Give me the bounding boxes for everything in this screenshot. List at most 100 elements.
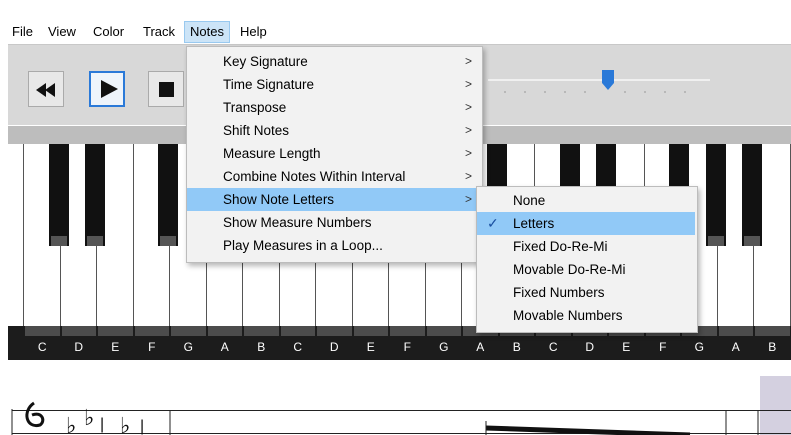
submenu-item-label: Letters xyxy=(513,216,555,231)
note-letter-label: D xyxy=(74,340,84,354)
submenu-item-label: Fixed Numbers xyxy=(513,285,605,300)
menu-item-show-measure-numbers[interactable]: Show Measure Numbers xyxy=(187,211,482,234)
menu-item-label: Combine Notes Within Interval xyxy=(223,169,406,184)
submenu-arrow-icon: > xyxy=(465,169,473,183)
menu-item-show-note-letters[interactable]: Show Note Letters > xyxy=(187,188,482,211)
note-letter-label: D xyxy=(329,340,339,354)
menu-item-label: Key Signature xyxy=(223,54,308,69)
menu-item-shift-notes[interactable]: Shift Notes > xyxy=(187,119,482,142)
menu-item-label: Play Measures in a Loop... xyxy=(223,238,383,253)
note-letter-label: G xyxy=(439,340,449,354)
menu-item-label: Time Signature xyxy=(223,77,315,92)
menu-view[interactable]: View xyxy=(43,22,81,42)
submenu-item-letters[interactable]: ✓ Letters xyxy=(477,212,695,235)
submenu-item-label: Fixed Do-Re-Mi xyxy=(513,239,608,254)
submenu-arrow-icon: > xyxy=(465,77,473,91)
slider-tick xyxy=(624,91,626,93)
slider-tick xyxy=(504,91,506,93)
note-letter-label: G xyxy=(183,340,193,354)
submenu-arrow-icon: > xyxy=(465,146,473,160)
piano-black-key[interactable] xyxy=(705,144,726,246)
note-letter-label: F xyxy=(403,340,411,354)
note-letter-label: F xyxy=(148,340,156,354)
flat-icon: ♭ xyxy=(84,406,94,431)
piano-white-key[interactable] xyxy=(8,144,24,326)
speed-slider-track[interactable] xyxy=(488,79,710,81)
menu-color[interactable]: Color xyxy=(88,22,129,42)
stop-icon xyxy=(159,82,174,97)
note-letter-label: F xyxy=(659,340,667,354)
menu-track[interactable]: Track xyxy=(138,22,180,42)
submenu-item-fixed-numbers[interactable]: Fixed Numbers xyxy=(477,281,697,304)
menu-item-transpose[interactable]: Transpose > xyxy=(187,96,482,119)
submenu-item-movable-numbers[interactable]: Movable Numbers xyxy=(477,304,697,327)
submenu-arrow-icon: > xyxy=(465,100,473,114)
speed-slider-thumb[interactable] xyxy=(602,70,614,90)
note-letter-label: B xyxy=(512,340,521,354)
menu-item-measure-length[interactable]: Measure Length > xyxy=(187,142,482,165)
piano-key-bottom xyxy=(61,326,96,336)
menu-item-label: Transpose xyxy=(223,100,287,115)
piano-key-bottom xyxy=(317,326,352,336)
menu-notes[interactable]: Notes xyxy=(184,21,230,43)
submenu-arrow-icon: > xyxy=(465,123,473,137)
note-letter-label: E xyxy=(366,340,375,354)
piano-key-bottom xyxy=(207,326,242,336)
piano-black-key[interactable] xyxy=(742,144,762,246)
menu-help[interactable]: Help xyxy=(235,22,272,42)
flat-icon: ♭ xyxy=(66,414,76,435)
submenu-item-fixed-do-re-mi[interactable]: Fixed Do-Re-Mi xyxy=(477,235,697,258)
treble-clef-icon xyxy=(25,401,45,428)
note-letter-label: E xyxy=(111,340,120,354)
stop-button[interactable] xyxy=(148,71,184,107)
menu-item-play-measures-loop[interactable]: Play Measures in a Loop... xyxy=(187,234,482,257)
menu-item-key-signature[interactable]: Key Signature > xyxy=(187,50,482,73)
piano-key-bottom xyxy=(244,326,279,336)
menu-item-time-signature[interactable]: Time Signature > xyxy=(187,73,482,96)
submenu-item-movable-do-re-mi[interactable]: Movable Do-Re-Mi xyxy=(477,258,697,281)
submenu-item-label: Movable Do-Re-Mi xyxy=(513,262,626,277)
note-letter-label: A xyxy=(476,340,485,354)
menu-bar: File View Color Track Notes Help xyxy=(0,20,791,44)
flat-icon: ♭ xyxy=(120,414,130,435)
menu-item-label: Show Measure Numbers xyxy=(223,215,372,230)
piano-black-key-tip xyxy=(160,236,176,246)
submenu-item-label: None xyxy=(513,193,546,208)
slider-tick xyxy=(644,91,646,93)
note-letter-label: E xyxy=(622,340,631,354)
submenu-item-none[interactable]: None xyxy=(477,189,697,212)
note-letter-label: C xyxy=(293,340,303,354)
menu-item-label: Show Note Letters xyxy=(223,192,335,207)
piano-black-key[interactable] xyxy=(158,144,178,246)
note-letter-label: C xyxy=(548,340,558,354)
score-symbols: ♭ ♭ | ♭ | xyxy=(11,401,759,435)
note-letter-label: G xyxy=(694,340,704,354)
play-button[interactable] xyxy=(89,71,125,107)
menu-item-label: Shift Notes xyxy=(223,123,290,138)
submenu-item-label: Movable Numbers xyxy=(513,308,623,323)
slider-tick xyxy=(524,91,526,93)
checkmark-icon: ✓ xyxy=(487,215,499,231)
piano-key-bottom xyxy=(755,326,790,336)
piano-key-bottom xyxy=(171,326,206,336)
piano-black-key-tip xyxy=(744,236,760,246)
note-letter-label: A xyxy=(220,340,229,354)
piano-black-key[interactable] xyxy=(85,144,105,246)
piano-key-bottom xyxy=(134,326,169,336)
piano-key-bottom xyxy=(98,326,133,336)
piano-black-key-tip xyxy=(707,236,724,246)
submenu-arrow-icon: > xyxy=(465,54,473,68)
piano-key-bottom xyxy=(426,326,461,336)
slider-tick xyxy=(544,91,546,93)
menu-item-label: Measure Length xyxy=(223,146,321,161)
rewind-button[interactable] xyxy=(28,71,64,107)
note-letter-label: B xyxy=(768,340,777,354)
slider-tick xyxy=(664,91,666,93)
svg-text:|: | xyxy=(100,416,104,433)
piano-black-key[interactable] xyxy=(48,144,69,246)
rewind-icon xyxy=(36,83,55,97)
menu-item-combine-notes[interactable]: Combine Notes Within Interval > xyxy=(187,165,482,188)
piano-key-bottom xyxy=(353,326,388,336)
menu-file[interactable]: File xyxy=(7,22,38,42)
notes-menu-dropdown: Key Signature > Time Signature > Transpose… xyxy=(186,46,483,263)
